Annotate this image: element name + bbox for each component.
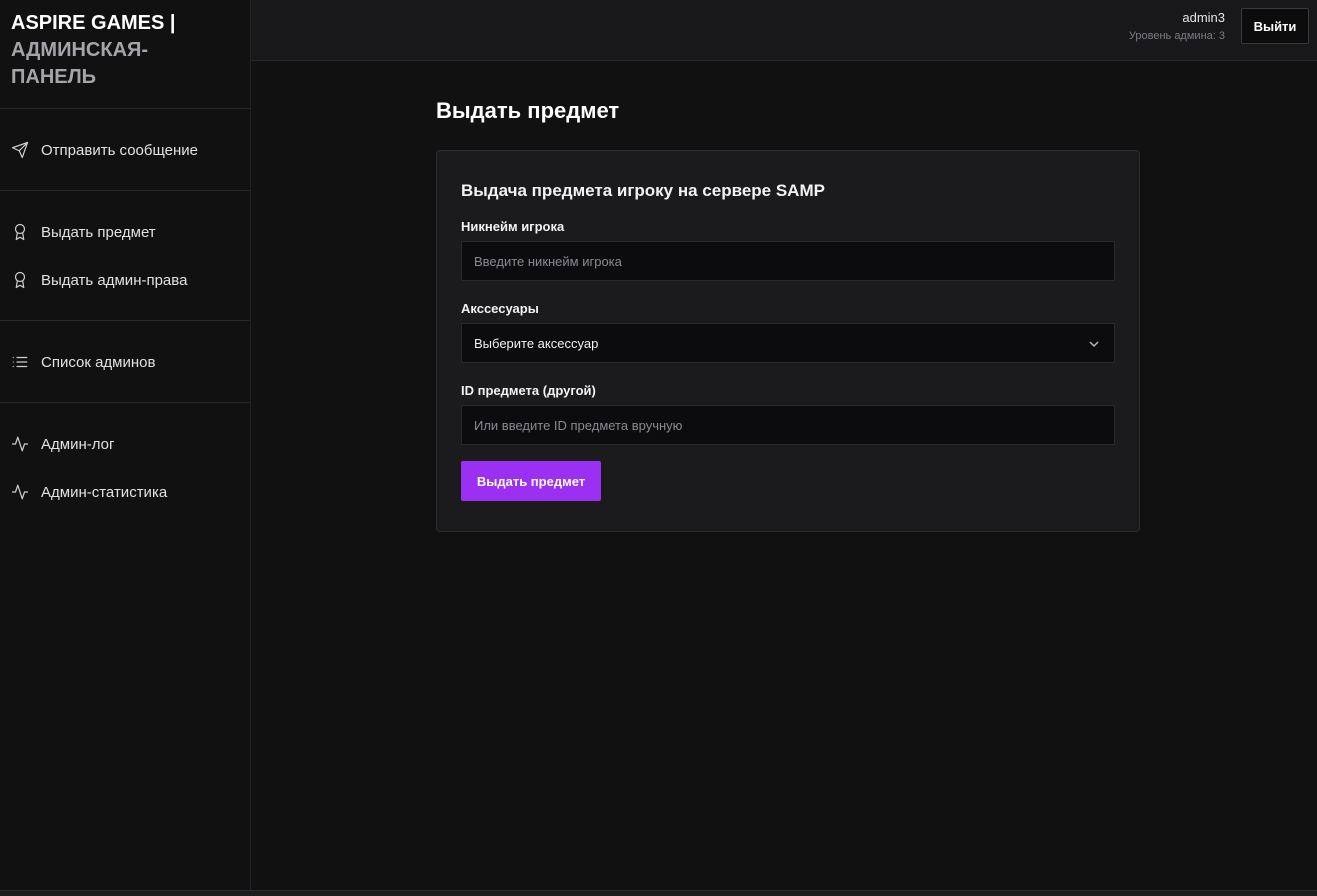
nav-group-messages: Отправить сообщение — [0, 109, 250, 191]
nickname-input[interactable] — [461, 241, 1115, 281]
sidebar-item-label: Выдать предмет — [41, 223, 156, 241]
brand-logo: ASPIRE GAMES | АДМИНСКАЯ- ПАНЕЛЬ — [0, 0, 250, 109]
sidebar-item-admin-stats[interactable]: Админ-статистика — [0, 468, 250, 516]
award-icon — [11, 271, 29, 289]
chevron-down-icon — [1088, 337, 1100, 349]
item-id-label: ID предмета (другой) — [461, 383, 596, 398]
logout-button[interactable]: Выйти — [1241, 8, 1309, 44]
sidebar: ASPIRE GAMES | АДМИНСКАЯ- ПАНЕЛЬ Отправи… — [0, 0, 251, 890]
app-root: ASPIRE GAMES | АДМИНСКАЯ- ПАНЕЛЬ Отправи… — [0, 0, 1317, 896]
accessory-label: Акссесуары — [461, 301, 539, 316]
sidebar-item-label: Отправить сообщение — [41, 141, 199, 159]
bottom-bar — [0, 890, 1317, 896]
main-content: Выдать предмет Выдача предмета игроку на… — [436, 61, 1140, 532]
activity-icon — [11, 483, 29, 501]
card-title: Выдача предмета игроку на сервере SAMP — [461, 181, 825, 200]
page-title: Выдать предмет — [436, 98, 620, 123]
sidebar-item-give-admin-rights[interactable]: Выдать админ-права — [0, 256, 250, 304]
sidebar-item-label: Админ-статистика — [41, 483, 168, 501]
sidebar-item-give-item[interactable]: Выдать предмет — [0, 208, 250, 256]
nav-group-admins: Список админов — [0, 321, 250, 403]
sidebar-item-admin-list[interactable]: Список админов — [0, 338, 250, 386]
give-item-button[interactable]: Выдать предмет — [461, 461, 601, 501]
list-icon — [11, 353, 29, 371]
sidebar-item-label: Список админов — [41, 353, 156, 371]
user-info: admin3 Уровень админа: 3 — [1129, 10, 1225, 42]
username: admin3 — [1182, 10, 1225, 25]
sidebar-item-label: Выдать админ-права — [41, 271, 188, 289]
send-icon — [11, 141, 29, 159]
nav-group-logs: Админ-лог Админ-статистика — [0, 403, 250, 532]
top-header: admin3 Уровень админа: 3 Выйти — [251, 0, 1317, 61]
nickname-label: Никнейм игрока — [461, 219, 565, 234]
award-icon — [11, 223, 29, 241]
item-id-input[interactable] — [461, 405, 1115, 445]
brand-title: ASPIRE GAMES | — [11, 12, 176, 34]
sidebar-item-label: Админ-лог — [41, 435, 115, 453]
brand-subtitle-line2: ПАНЕЛЬ — [11, 66, 97, 88]
sidebar-item-send-message[interactable]: Отправить сообщение — [0, 126, 250, 174]
admin-level: Уровень админа: 3 — [1128, 30, 1225, 42]
accessory-select[interactable]: Выберите аксессуар — [461, 323, 1115, 363]
nav-group-grants: Выдать предмет Выдать админ-права — [0, 191, 250, 321]
accessory-select-value: Выберите аксессуар — [474, 335, 599, 351]
activity-icon — [11, 435, 29, 453]
give-item-card: Выдача предмета игроку на сервере SAMP Н… — [436, 150, 1140, 532]
brand-subtitle-line1: АДМИНСКАЯ- — [11, 39, 149, 61]
sidebar-item-admin-log[interactable]: Админ-лог — [0, 420, 250, 468]
